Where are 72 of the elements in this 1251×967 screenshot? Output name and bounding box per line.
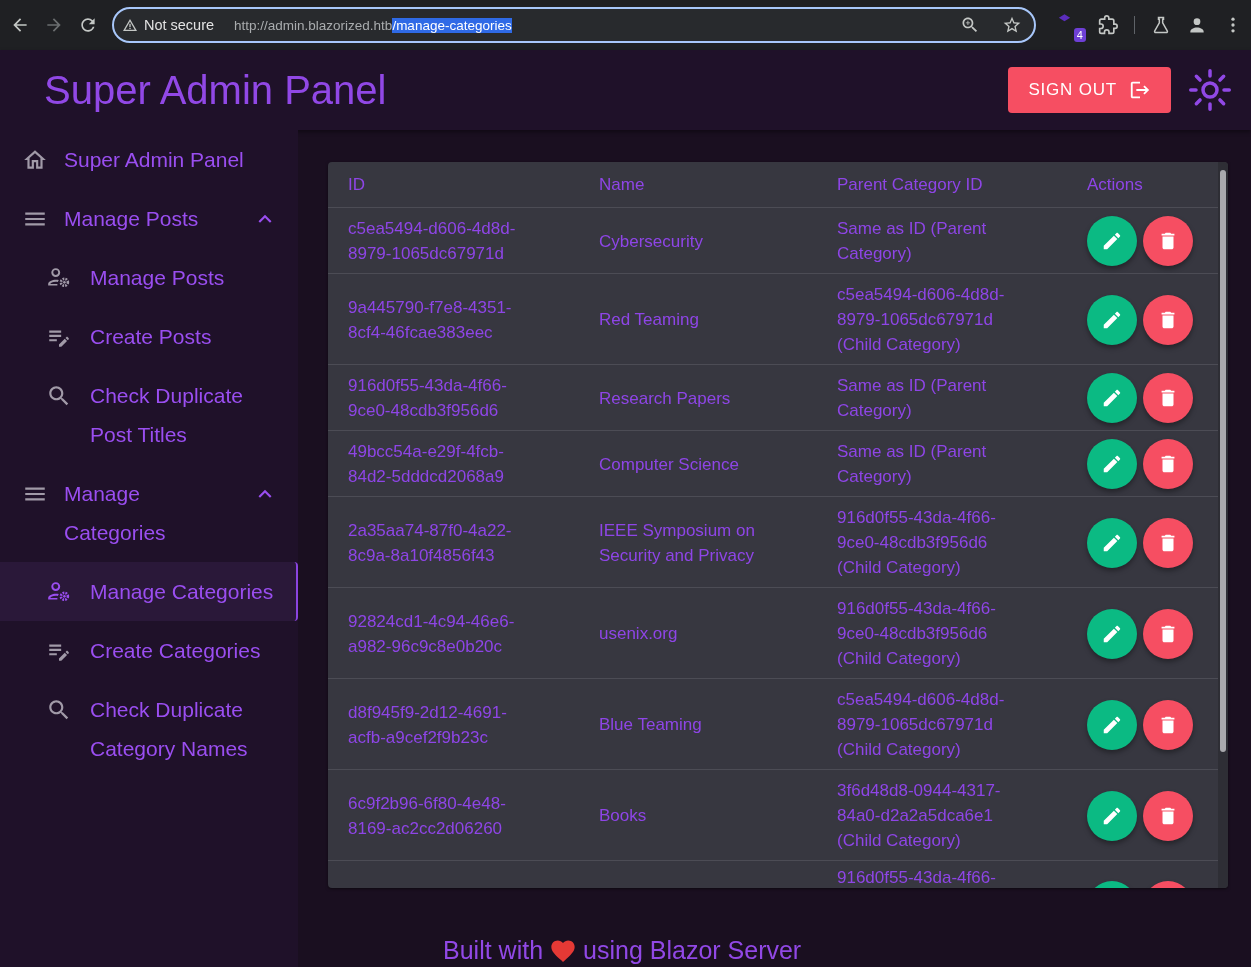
category-name: Cybersecurity bbox=[599, 230, 704, 253]
category-id: 49bcc54a-e29f-4fcb-84d2-5dddcd2068a9 bbox=[348, 441, 505, 488]
category-id: 2a35aa74-87f0-4a22-8c9a-8a10f4856f43 bbox=[348, 519, 513, 567]
pencil-icon bbox=[1101, 387, 1123, 409]
delete-button[interactable] bbox=[1143, 294, 1193, 345]
category-id: c5ea5494-d606-4d8d-8979-1065dc67971d bbox=[348, 218, 517, 265]
category-id: 6c9f2b96-6f80-4e48-8169-ac2cc2d06260 bbox=[348, 792, 507, 840]
category-name: Books bbox=[599, 805, 648, 827]
delete-button[interactable] bbox=[1143, 517, 1193, 568]
footer-text: Built with bbox=[443, 936, 544, 965]
category-name: Red Teaming bbox=[599, 309, 700, 331]
edit-button[interactable] bbox=[1087, 699, 1137, 750]
column-header: Name bbox=[579, 162, 817, 208]
category-name: IEEE Symposium on Security and Privacy bbox=[599, 519, 756, 567]
parent-category-id: 3f6d48d8-0944-4317-84a0-d2a2a5dca6e1 (Child Category) bbox=[837, 780, 1002, 852]
edit-button[interactable] bbox=[1087, 790, 1137, 841]
delete-button[interactable] bbox=[1143, 216, 1193, 266]
flask-icon[interactable] bbox=[1151, 15, 1171, 35]
category-id: 9a445790-f7e8-4351-8cf4-46fcae383eec bbox=[348, 296, 513, 344]
delete-button[interactable] bbox=[1143, 439, 1193, 489]
delete-button[interactable] bbox=[1143, 608, 1193, 659]
category-name: Blue Teaming bbox=[599, 714, 703, 736]
warning-icon bbox=[121, 17, 138, 33]
puzzle-icon[interactable] bbox=[1098, 15, 1118, 35]
edit-button[interactable] bbox=[1087, 608, 1137, 659]
scrollbar[interactable] bbox=[1218, 162, 1228, 888]
pencil-icon bbox=[1101, 453, 1123, 475]
nav-link[interactable]: Create Categories bbox=[0, 621, 298, 680]
parent-category-id: 916d0f55-43da-4f66-9ce0-48cdb3f956d6 (Child Category) bbox=[837, 598, 997, 670]
category-name: Computer Science bbox=[599, 453, 740, 476]
security-label: Not secure bbox=[143, 17, 215, 33]
edit-button[interactable] bbox=[1087, 373, 1137, 423]
nav-link[interactable]: Check Duplicate Category Names bbox=[0, 680, 298, 778]
category-id: 916d0f55-43da-4f66-9ce0-48cdb3f956d6 bbox=[348, 375, 508, 422]
footer-text: using Blazor Server bbox=[583, 936, 802, 965]
category-name: usenix.org bbox=[599, 623, 679, 645]
parent-category-id: 916d0f55-43da-4f66-9ce0-48cdb3f956d6 (Child Category) bbox=[837, 507, 997, 579]
parent-category-id: 916d0f55-43da-4f66- bbox=[837, 867, 997, 888]
nav-group[interactable]: Manage Posts bbox=[0, 189, 298, 248]
logout-icon bbox=[1129, 79, 1151, 101]
category-id: 92824cd1-4c94-46e6-a982-96c9c8e0b20c bbox=[348, 610, 516, 658]
nav-link[interactable]: Create Posts bbox=[0, 307, 298, 366]
extension-badge: 4 bbox=[1073, 28, 1086, 42]
parent-category-id: c5ea5494-d606-4d8d-8979-1065dc67971d (Child Category) bbox=[837, 689, 1006, 761]
zoom-icon[interactable] bbox=[960, 15, 980, 35]
star-icon[interactable] bbox=[1002, 15, 1022, 35]
pencil-icon bbox=[1101, 230, 1123, 252]
nav-link[interactable]: Check Duplicate Post Titles bbox=[0, 366, 298, 464]
url-path: /manage-categories bbox=[392, 17, 512, 33]
edit-button[interactable] bbox=[1087, 439, 1137, 489]
category-name: Research Papers bbox=[599, 387, 732, 410]
nav-link[interactable]: Manage Posts bbox=[0, 248, 298, 307]
sign-out-button[interactable]: SIGN OUT bbox=[1008, 67, 1171, 113]
nav-link[interactable]: Super Admin Panel bbox=[0, 130, 298, 189]
parent-category-id: Same as ID (Parent Category) bbox=[837, 218, 988, 265]
delete-button[interactable] bbox=[1143, 699, 1193, 750]
app-title: Super Admin Panel bbox=[44, 67, 388, 113]
theme-toggle-icon[interactable] bbox=[1189, 69, 1231, 111]
edit-button[interactable] bbox=[1087, 517, 1137, 568]
parent-category-id: Same as ID (Parent Category) bbox=[837, 441, 988, 488]
parent-category-id: Same as ID (Parent Category) bbox=[837, 375, 988, 422]
column-header: Parent Category ID bbox=[817, 162, 1067, 208]
category-id: d8f945f9-2d12-4691-acfb-a9cef2f9b23c bbox=[348, 701, 508, 749]
delete-button[interactable] bbox=[1143, 790, 1193, 841]
edit-button[interactable] bbox=[1087, 294, 1137, 345]
parent-category-id: c5ea5494-d606-4d8d-8979-1065dc67971d (Child Category) bbox=[837, 284, 1006, 356]
nav-link[interactable]: Manage Categories bbox=[0, 562, 298, 621]
delete-button[interactable] bbox=[1143, 373, 1193, 423]
column-header: ID bbox=[328, 162, 579, 208]
nav-group[interactable]: Manage Categories bbox=[0, 464, 298, 562]
edit-button[interactable] bbox=[1087, 216, 1137, 266]
profile-icon[interactable] bbox=[1187, 15, 1207, 35]
